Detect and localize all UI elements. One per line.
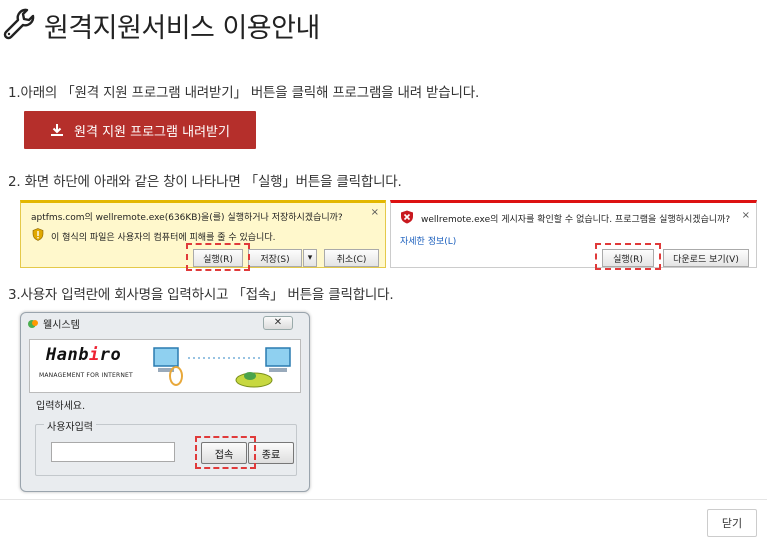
ie-bar-message: aptfms.com의 wellremote.exe(636KB)을(를) 실행… [31,213,343,223]
download-icon [51,124,64,136]
close-button[interactable]: 닫기 [707,509,757,537]
app-icon [28,319,38,328]
warn-bar-close-icon[interactable]: × [742,210,750,221]
footer-bar: 닫기 [0,499,767,544]
user-input-legend: 사용자입력 [44,418,96,433]
login-dialog: 웰시스템 ✕ Hanbiro MANAGEMENT FOR INTERNET 입… [20,312,310,492]
wrench-icon [3,8,35,40]
download-program-button[interactable]: 원격 지원 프로그램 내려받기 [24,111,256,149]
ie-download-bar: aptfms.com의 wellremote.exe(636KB)을(를) 실행… [20,200,386,271]
warn-bar-message: wellremote.exe의 게시자를 확인할 수 없습니다. 프로그램을 실… [421,215,731,225]
hanbiro-logo: Hanbiro [46,345,122,365]
connect-highlight-box [195,436,256,469]
user-input-group: 사용자입력 접속 종료 [35,418,297,476]
hanbiro-banner: Hanbiro MANAGEMENT FOR INTERNET [29,339,301,393]
step-1-text: 1.아래의 「원격 지원 프로그램 내려받기」 버튼을 클릭해 프로그램을 내려… [8,85,480,101]
step-2-text: 2. 화면 하단에 아래와 같은 창이 나타나면 「실행」버튼을 클릭합니다. [8,174,402,190]
page-title: 원격지원서비스 이용안내 [44,13,320,44]
ie-bar-warning: 이 형식의 파일은 사용자의 컴퓨터에 피해를 줄 수 있습니다. [51,233,276,243]
page-header: 원격지원서비스 이용안내 [0,0,767,52]
run-highlight-box [186,243,250,271]
warning-shield-icon [401,210,413,224]
ie-cancel-button[interactable]: 취소(C) [324,249,379,267]
company-name-input[interactable] [51,442,175,462]
ie-bar-close-icon[interactable]: × [371,207,379,218]
dialog-titlebar: 웰시스템 [27,316,80,331]
more-info-link[interactable]: 자세한 정보(L) [400,234,456,247]
step-3-text: 3.사용자 입력란에 회사명을 입력하시고 「접속」 버튼을 클릭합니다. [8,287,394,303]
ie-save-button[interactable]: 저장(S) [248,249,302,267]
hanbiro-tagline: MANAGEMENT FOR INTERNET [39,372,133,379]
download-button-label: 원격 지원 프로그램 내려받기 [74,124,230,140]
dialog-title: 웰시스템 [43,320,80,331]
run-highlight-box [595,243,661,270]
ie-save-dropdown-icon[interactable]: ▾ [303,249,317,267]
shield-icon [32,228,44,241]
dialog-close-button[interactable]: ✕ [263,316,293,330]
publisher-warning-bar: wellremote.exe의 게시자를 확인할 수 없습니다. 프로그램을 실… [390,200,757,270]
view-downloads-button[interactable]: 다운로드 보기(V) [663,249,749,267]
input-prompt: 입력하세요. [36,401,86,412]
remote-connection-illustration [153,347,291,388]
